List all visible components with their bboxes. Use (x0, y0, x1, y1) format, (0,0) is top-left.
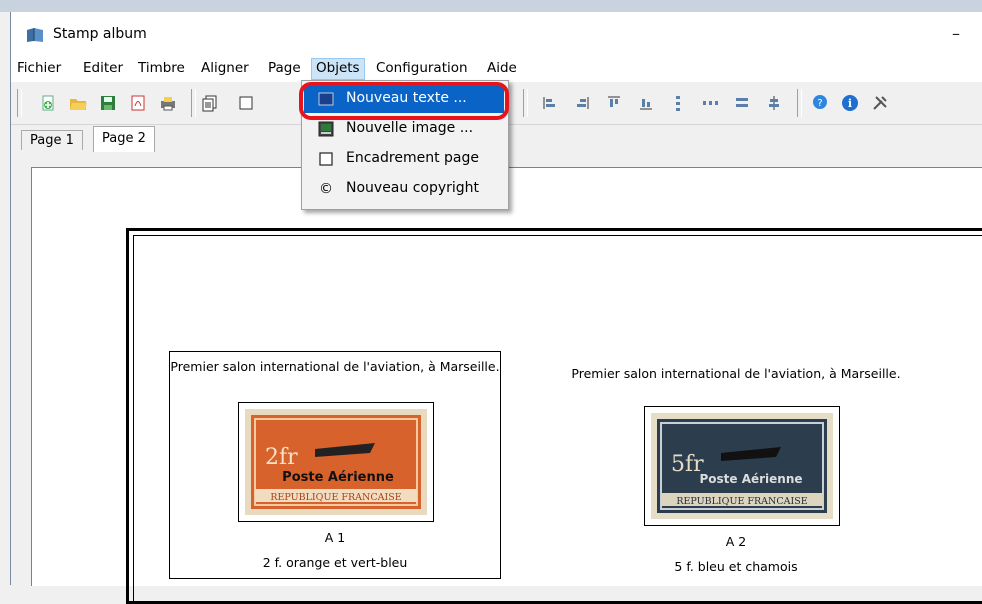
align-bottom-icon[interactable] (637, 94, 655, 112)
stamp-code: A 1 (324, 530, 346, 545)
same-size-icon[interactable] (733, 94, 751, 112)
app-icon (27, 28, 43, 42)
album-canvas: Premier salon international de l'aviatio… (31, 167, 982, 604)
annotation-highlight-ring (299, 82, 509, 120)
menu-configuration[interactable]: Configuration (376, 60, 468, 76)
copyright-icon: © (319, 181, 333, 197)
menu-item-nouveau-copyright[interactable]: © Nouveau copyright (304, 175, 504, 203)
menu-bar: Fichier Editer Timbre Aligner Page Objet… (11, 56, 982, 82)
toolbar-separator (17, 89, 22, 117)
save-icon[interactable] (99, 94, 117, 112)
menu-fichier[interactable]: Fichier (17, 60, 61, 76)
print-icon[interactable] (159, 94, 177, 112)
stamp-image-frame: 2fr Poste Aérienne REPUBLIQUE FRANCAISE (238, 402, 434, 522)
center-icon[interactable] (765, 94, 783, 112)
new-file-icon[interactable] (39, 94, 57, 112)
tab-page-2[interactable]: Page 2 (93, 126, 155, 152)
svg-text:Poste Aérienne: Poste Aérienne (282, 470, 394, 485)
page-frame: Premier salon international de l'aviatio… (126, 228, 982, 604)
svg-text:i: i (848, 97, 852, 110)
page-settings-icon[interactable] (237, 94, 255, 112)
tools-icon[interactable] (871, 94, 889, 112)
stamp-image-frame: 5fr Poste Aérienne REPUBLIQUE FRANCAISE (644, 406, 840, 526)
info-icon[interactable]: i (841, 94, 859, 112)
menu-objets[interactable]: Objets (311, 58, 365, 80)
help-bubble-icon[interactable]: ? (811, 94, 829, 112)
menu-editer[interactable]: Editer (83, 60, 123, 76)
toolbar-separator (523, 89, 528, 117)
stamp-image-a1[interactable]: 2fr Poste Aérienne REPUBLIQUE FRANCAISE (245, 409, 427, 515)
svg-text:REPUBLIQUE FRANCAISE: REPUBLIQUE FRANCAISE (270, 492, 401, 503)
copy-page-icon[interactable] (201, 94, 219, 112)
toolbar-separator (191, 89, 196, 117)
stamp-box-a1[interactable]: Premier salon international de l'aviatio… (169, 351, 501, 579)
title-bar: Stamp album – (11, 12, 982, 56)
align-left-icon[interactable] (541, 94, 559, 112)
align-right-icon[interactable] (573, 94, 591, 112)
stamp-image-a2[interactable]: 5fr Poste Aérienne REPUBLIQUE FRANCAISE (651, 413, 833, 519)
stamp-header: Premier salon international de l'aviatio… (170, 359, 500, 374)
checkbox-icon (319, 152, 333, 166)
menu-aide[interactable]: Aide (487, 60, 517, 76)
svg-text:Poste Aérienne: Poste Aérienne (699, 472, 802, 486)
toolbar-separator (797, 89, 802, 117)
distribute-vertical-icon[interactable] (669, 94, 687, 112)
window-title: Stamp album (53, 26, 147, 42)
minimize-button[interactable]: – (941, 22, 971, 46)
tab-page-1[interactable]: Page 1 (21, 130, 83, 150)
image-icon (318, 121, 334, 137)
menu-aligner[interactable]: Aligner (201, 60, 249, 76)
background-strip (0, 0, 982, 12)
app-window: Stamp album – Fichier Editer Timbre Alig… (10, 12, 982, 604)
stamp-description: 2 f. orange et vert-bleu (262, 555, 408, 570)
menu-item-encadrement-page[interactable]: Encadrement page (304, 145, 504, 173)
distribute-horizontal-icon[interactable] (701, 94, 719, 112)
pdf-icon[interactable] (129, 94, 147, 112)
menu-page[interactable]: Page (268, 60, 301, 76)
svg-text:2fr: 2fr (265, 445, 298, 470)
svg-text:?: ? (817, 98, 822, 109)
open-folder-icon[interactable] (69, 94, 87, 112)
stamp-code: A 2 (725, 534, 747, 549)
align-top-icon[interactable] (605, 94, 623, 112)
menu-timbre[interactable]: Timbre (138, 60, 185, 76)
stamp-box-a2[interactable]: Premier salon international de l'aviatio… (565, 351, 907, 579)
stamp-description: 5 f. bleu et chamois (674, 559, 798, 574)
svg-text:REPUBLIQUE FRANCAISE: REPUBLIQUE FRANCAISE (676, 496, 807, 507)
stamp-header: Premier salon international de l'aviatio… (571, 366, 901, 381)
